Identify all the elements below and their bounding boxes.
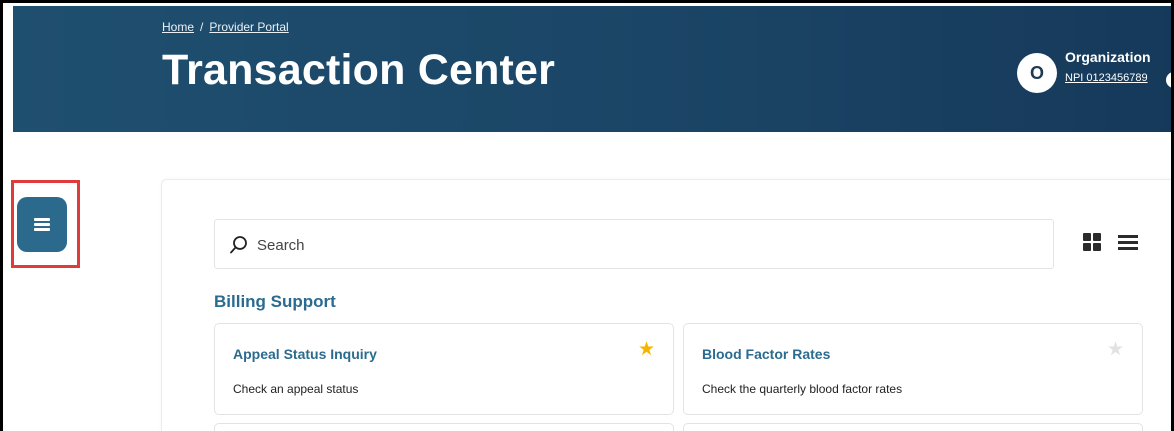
service-card[interactable]: Blood Factor Rates Check the quarterly b…	[683, 323, 1143, 415]
breadcrumb: Home / Provider Portal	[162, 20, 289, 34]
organization-avatar[interactable]: O	[1017, 53, 1057, 93]
card-title[interactable]: Appeal Status Inquiry	[233, 346, 377, 362]
card-description: Check an appeal status	[233, 382, 359, 396]
page-title: Transaction Center	[162, 46, 556, 94]
breadcrumb-provider-portal-link[interactable]: Provider Portal	[209, 20, 288, 34]
page-header: Home / Provider Portal Transaction Cente…	[13, 6, 1171, 132]
grid-view-icon[interactable]	[1083, 233, 1101, 251]
search-icon	[230, 236, 247, 254]
menu-icon	[34, 216, 50, 234]
star-icon[interactable]: ★	[1107, 340, 1124, 359]
search-input[interactable]	[257, 230, 1037, 260]
star-icon[interactable]: ★	[638, 340, 655, 359]
service-card[interactable]: Appeal Status Inquiry Check an appeal st…	[214, 323, 674, 415]
card-title[interactable]: Blood Factor Rates	[702, 346, 830, 362]
chevron-right-icon[interactable]: ›	[1166, 72, 1171, 88]
organization-npi-link[interactable]: NPI 0123456789	[1065, 72, 1148, 84]
section-title: Billing Support	[214, 292, 336, 311]
card-description: Check the quarterly blood factor rates	[702, 382, 903, 396]
list-view-icon[interactable]	[1118, 235, 1138, 253]
breadcrumb-home-link[interactable]: Home	[162, 20, 194, 34]
service-card-partial	[214, 423, 674, 431]
search-box[interactable]	[214, 219, 1054, 269]
breadcrumb-separator: /	[200, 20, 204, 34]
service-card-partial	[683, 423, 1143, 431]
organization-name: Organization	[1065, 49, 1151, 65]
sidebar-toggle-button[interactable]	[17, 197, 67, 252]
